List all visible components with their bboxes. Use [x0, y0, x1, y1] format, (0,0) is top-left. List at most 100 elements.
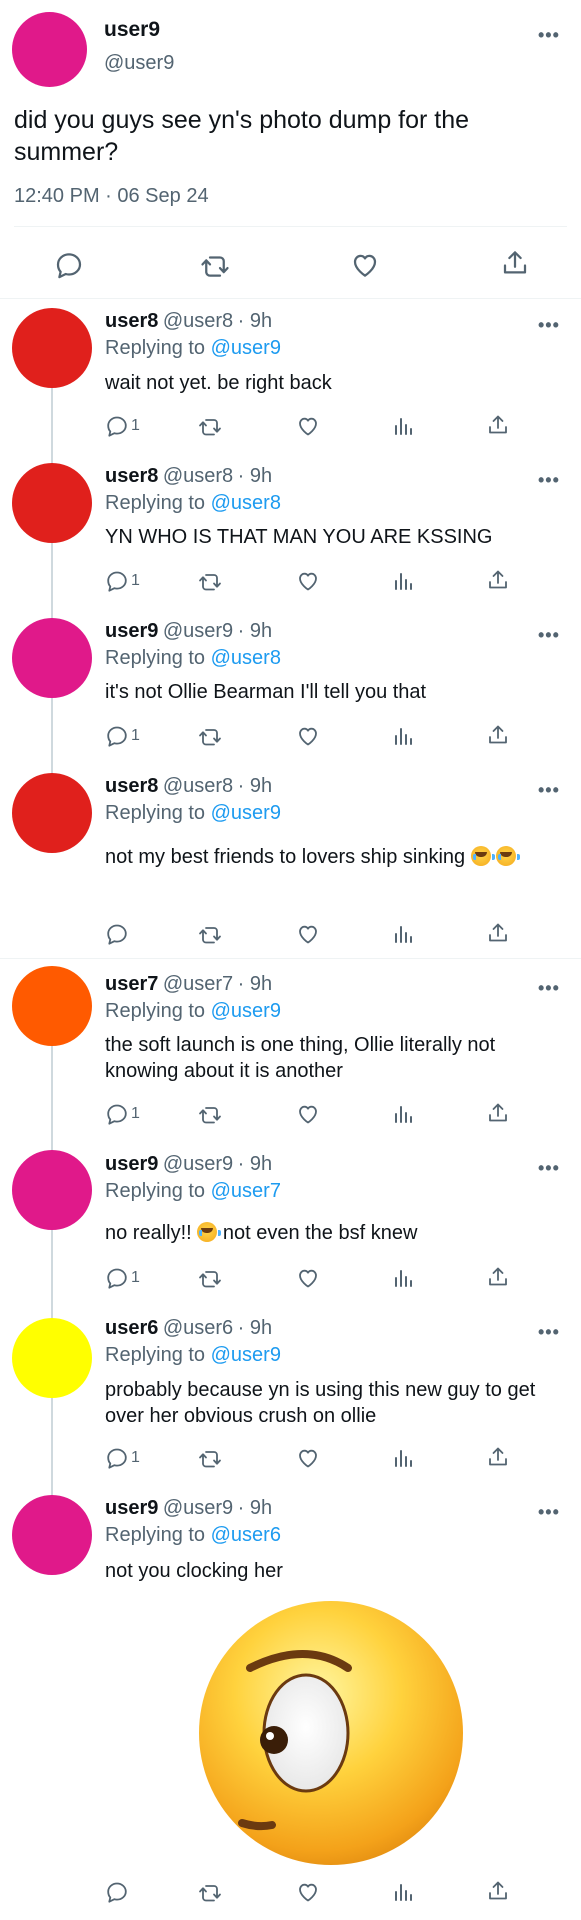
more-icon[interactable]: ••• — [538, 1503, 560, 1521]
share-icon[interactable] — [486, 723, 510, 747]
more-icon[interactable]: ••• — [538, 979, 560, 997]
retweet-icon[interactable] — [198, 569, 222, 593]
reply-icon[interactable]: 1 — [105, 724, 140, 748]
more-icon[interactable]: ••• — [538, 1159, 560, 1177]
display-name[interactable]: user8 — [105, 775, 158, 797]
replying-to-handle[interactable]: @user9 — [211, 337, 281, 359]
like-icon[interactable] — [296, 724, 320, 748]
replying-to-handle[interactable]: @user9 — [211, 802, 281, 824]
share-icon[interactable] — [486, 921, 510, 945]
replying-to-label: Replying to — [105, 1180, 206, 1202]
more-icon[interactable]: ••• — [538, 626, 560, 644]
more-icon[interactable]: ••• — [538, 471, 560, 489]
user-handle[interactable]: @user9 — [163, 620, 233, 642]
reply-icon[interactable] — [105, 1880, 131, 1904]
retweet-icon[interactable] — [198, 1880, 222, 1904]
tweet-timestamp[interactable]: 12:40 PM · 06 Sep 24 — [14, 185, 209, 208]
avatar[interactable] — [12, 463, 92, 543]
avatar[interactable] — [12, 618, 92, 698]
replying-to-handle[interactable]: @user8 — [211, 647, 281, 669]
user-handle[interactable]: @user8 — [163, 310, 233, 332]
reply-icon[interactable]: 1 — [105, 1446, 140, 1470]
share-icon[interactable] — [486, 1879, 510, 1903]
views-icon[interactable] — [392, 724, 416, 748]
views-icon[interactable] — [392, 922, 416, 946]
like-icon[interactable] — [296, 1880, 320, 1904]
display-name[interactable]: user9 — [104, 18, 160, 42]
retweet-icon[interactable] — [198, 724, 222, 748]
replying-to-handle[interactable]: @user9 — [211, 1344, 281, 1366]
share-icon[interactable] — [486, 568, 510, 592]
retweet-icon[interactable] — [198, 1266, 222, 1290]
avatar[interactable] — [12, 1495, 92, 1575]
like-icon[interactable] — [350, 250, 380, 280]
replying-to-handle[interactable]: @user9 — [211, 1000, 281, 1022]
avatar[interactable] — [12, 12, 87, 87]
user-handle[interactable]: @user7 — [163, 973, 233, 995]
reply-icon[interactable]: 1 — [105, 1266, 140, 1290]
avatar[interactable] — [12, 1318, 92, 1398]
retweet-icon[interactable] — [200, 250, 230, 280]
replying-to-handle[interactable]: @user6 — [211, 1524, 281, 1546]
user-handle[interactable]: @user9 — [163, 1497, 233, 1519]
display-name[interactable]: user6 — [105, 1317, 158, 1339]
retweet-icon[interactable] — [198, 1102, 222, 1126]
more-icon[interactable]: ••• — [538, 781, 560, 799]
user-handle[interactable]: @user6 — [163, 1317, 233, 1339]
share-icon[interactable] — [486, 1445, 510, 1469]
views-icon[interactable] — [392, 569, 416, 593]
share-icon[interactable] — [486, 1265, 510, 1289]
reply-icon[interactable] — [54, 250, 84, 280]
like-icon[interactable] — [296, 1102, 320, 1126]
display-name[interactable]: user9 — [105, 620, 158, 642]
avatar[interactable] — [12, 1150, 92, 1230]
like-icon[interactable] — [296, 1446, 320, 1470]
like-icon[interactable] — [296, 922, 320, 946]
views-icon[interactable] — [392, 1880, 416, 1904]
side-eye-emoji-image[interactable] — [196, 1598, 466, 1868]
avatar[interactable] — [12, 308, 92, 388]
views-icon[interactable] — [392, 1102, 416, 1126]
views-icon[interactable] — [392, 1446, 416, 1470]
reply-header: user9 @user9 · 9h — [105, 1153, 272, 1176]
display-name[interactable]: user9 — [105, 1153, 158, 1175]
share-icon[interactable] — [500, 248, 530, 278]
user-handle[interactable]: @user9 — [163, 1153, 233, 1175]
more-icon[interactable]: ••• — [538, 26, 560, 44]
reply-icon[interactable] — [105, 922, 131, 946]
thread-line — [51, 1230, 53, 1324]
replying-to-handle[interactable]: @user7 — [211, 1180, 281, 1202]
share-icon[interactable] — [486, 1101, 510, 1125]
user-handle[interactable]: @user8 — [163, 465, 233, 487]
avatar[interactable] — [12, 966, 92, 1046]
display-name[interactable]: user8 — [105, 310, 158, 332]
retweet-icon[interactable] — [198, 414, 222, 438]
display-name[interactable]: user8 — [105, 465, 158, 487]
reply-icon[interactable]: 1 — [105, 1102, 140, 1126]
views-icon[interactable] — [392, 414, 416, 438]
user-handle[interactable]: @user9 — [104, 52, 174, 75]
display-name[interactable]: user9 — [105, 1497, 158, 1519]
like-icon[interactable] — [296, 1266, 320, 1290]
reply-header: user7 @user7 · 9h — [105, 973, 272, 996]
views-icon[interactable] — [392, 1266, 416, 1290]
replying-to-label: Replying to — [105, 1000, 206, 1022]
divider — [0, 298, 581, 299]
user-handle[interactable]: @user8 — [163, 775, 233, 797]
reply-icon[interactable]: 1 — [105, 569, 140, 593]
reply-icon[interactable]: 1 — [105, 414, 140, 438]
replying-to-handle[interactable]: @user8 — [211, 492, 281, 514]
replying-to: Replying to @user7 — [105, 1180, 281, 1203]
share-icon[interactable] — [486, 413, 510, 437]
avatar[interactable] — [12, 773, 92, 853]
more-icon[interactable]: ••• — [538, 316, 560, 334]
retweet-icon[interactable] — [198, 1446, 222, 1470]
retweet-icon[interactable] — [198, 922, 222, 946]
like-icon[interactable] — [296, 569, 320, 593]
like-icon[interactable] — [296, 414, 320, 438]
post-age: · 9h — [237, 1497, 273, 1519]
display-name[interactable]: user7 — [105, 973, 158, 995]
more-icon[interactable]: ••• — [538, 1323, 560, 1341]
replying-to-label: Replying to — [105, 1344, 206, 1366]
reply-header: user9 @user9 · 9h — [105, 620, 272, 643]
